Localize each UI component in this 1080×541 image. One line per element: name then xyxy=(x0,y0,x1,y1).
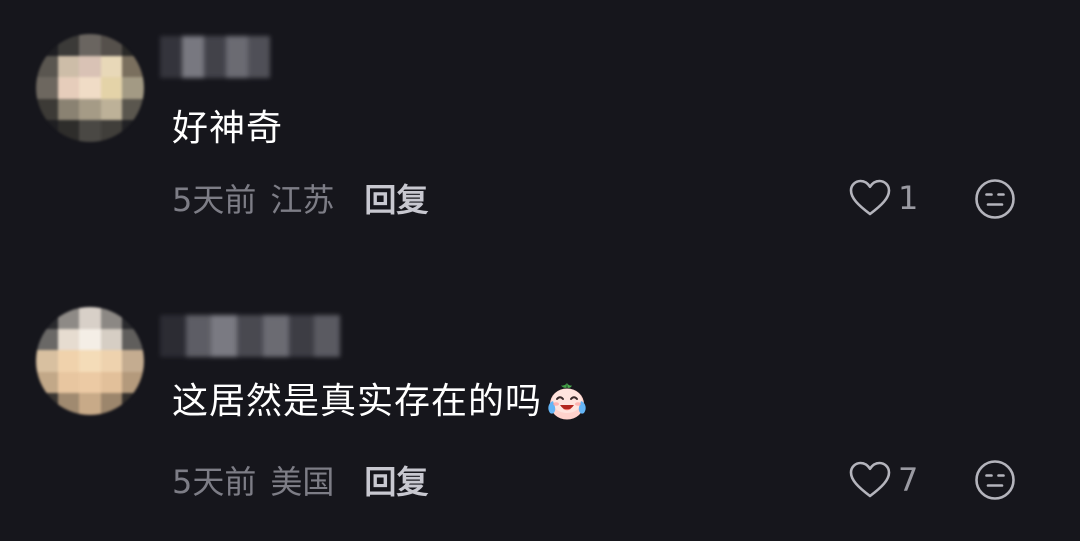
heart-outline-icon xyxy=(849,179,891,216)
comment-time: 5天前 xyxy=(172,181,257,219)
comment-time: 5天前 xyxy=(172,463,257,501)
comment-meta: 5天前 江苏 回复 xyxy=(172,175,428,221)
comment-item: 好神奇 5天前 江苏 回复 1 xyxy=(0,0,1080,260)
reply-button[interactable]: 回复 xyxy=(364,457,428,503)
username-redacted[interactable] xyxy=(160,315,341,357)
comment-text: 这居然是真实存在的吗 xyxy=(172,379,590,425)
reply-button[interactable]: 回复 xyxy=(364,175,428,221)
dislike-button[interactable] xyxy=(974,178,1016,220)
username-redacted[interactable] xyxy=(160,36,270,78)
heart-outline-icon xyxy=(849,461,891,498)
avatar-mosaic xyxy=(36,307,144,415)
like-count: 1 xyxy=(898,179,919,217)
neutral-face-icon xyxy=(975,460,1015,500)
like-button[interactable]: 1 xyxy=(848,176,918,220)
comment-meta: 5天前 美国 回复 xyxy=(172,457,428,503)
like-count: 7 xyxy=(898,461,919,499)
neutral-face-icon xyxy=(975,179,1015,219)
comment-text-content: 好神奇 xyxy=(172,108,284,149)
crying-laughing-peach-emoji xyxy=(548,383,586,420)
comment-text-content: 这居然是真实存在的吗 xyxy=(172,381,543,422)
avatar-mosaic xyxy=(36,34,144,142)
dislike-button[interactable] xyxy=(974,459,1016,501)
comment-location: 美国 xyxy=(270,463,335,501)
comment-item: 这居然是真实存在的吗 5天前 美国 回复 7 xyxy=(0,285,1080,541)
avatar[interactable] xyxy=(36,34,144,142)
avatar[interactable] xyxy=(36,307,144,415)
comment-location: 江苏 xyxy=(270,181,335,219)
comment-list: 好神奇 5天前 江苏 回复 1 这居然是真实存在的吗 5天前 美国 回复 7 xyxy=(0,0,1080,541)
like-button[interactable]: 7 xyxy=(848,458,918,502)
comment-text: 好神奇 xyxy=(172,106,283,152)
